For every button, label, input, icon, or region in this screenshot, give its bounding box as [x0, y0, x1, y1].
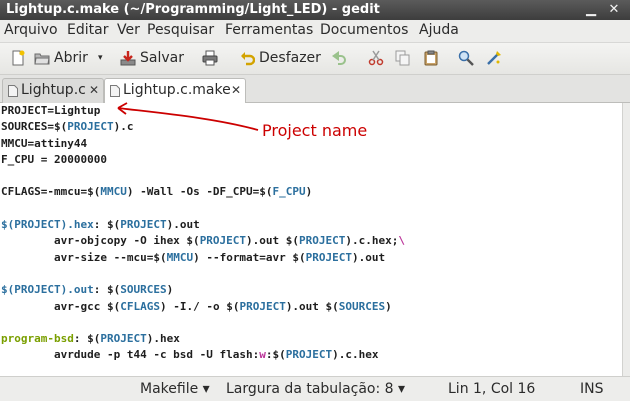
status-bar: Makefile ▾ Largura da tabulação: 8 ▾ Lin… [0, 376, 630, 401]
language-selector[interactable]: Makefile ▾ [140, 381, 210, 397]
tab-width-label: Largura da tabulação: 8 [226, 381, 394, 397]
insert-mode: INS [580, 381, 604, 397]
tab-width-selector[interactable]: Largura da tabulação: 8 ▾ [226, 381, 405, 397]
language-label: Makefile [140, 381, 199, 397]
annotation-label: Project name [262, 121, 368, 140]
annotation-arrow [117, 102, 259, 131]
cursor-position: Lin 1, Col 16 [448, 381, 536, 397]
